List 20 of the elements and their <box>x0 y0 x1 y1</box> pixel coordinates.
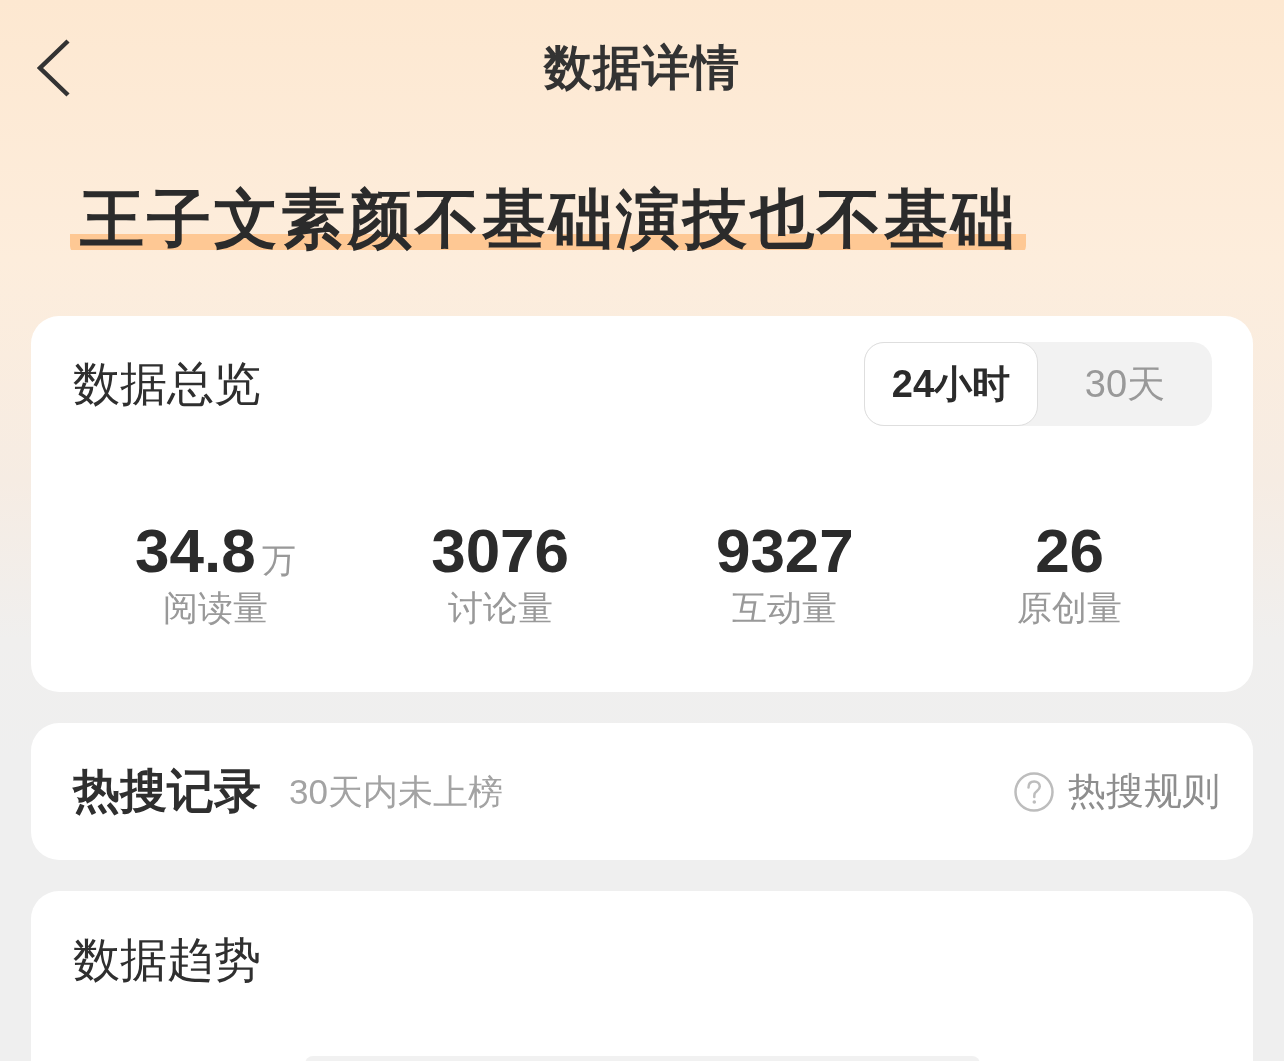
stat-value: 26 <box>1035 515 1105 587</box>
hot-search-status: 30天内未上榜 <box>289 770 503 813</box>
stat-label: 阅读量 <box>162 587 268 629</box>
section-title: 数据趋势 <box>73 932 261 988</box>
topic-title: 王子文素颜不基础演技也不基础 <box>70 184 1026 255</box>
stat-label: 讨论量 <box>447 587 553 629</box>
section-title: 数据总览 <box>73 355 261 412</box>
stat-label: 互动量 <box>732 587 838 629</box>
stat-label: 原创量 <box>1017 587 1123 629</box>
period-tab[interactable]: 24小时 <box>864 342 1038 426</box>
page-title: 数据详情 <box>544 40 740 97</box>
stat-unit: 万 <box>261 540 296 581</box>
hot-search-rules-link[interactable]: 热搜规则 <box>1014 768 1220 815</box>
stat-value: 9327 <box>715 515 854 587</box>
back-icon[interactable] <box>37 39 71 97</box>
section-title: 热搜记录 <box>73 763 261 820</box>
stat-value: 34.8 <box>135 515 256 587</box>
help-icon <box>1014 771 1054 812</box>
stat-value: 3076 <box>431 515 570 587</box>
period-tab[interactable]: 30天 <box>1038 342 1212 426</box>
